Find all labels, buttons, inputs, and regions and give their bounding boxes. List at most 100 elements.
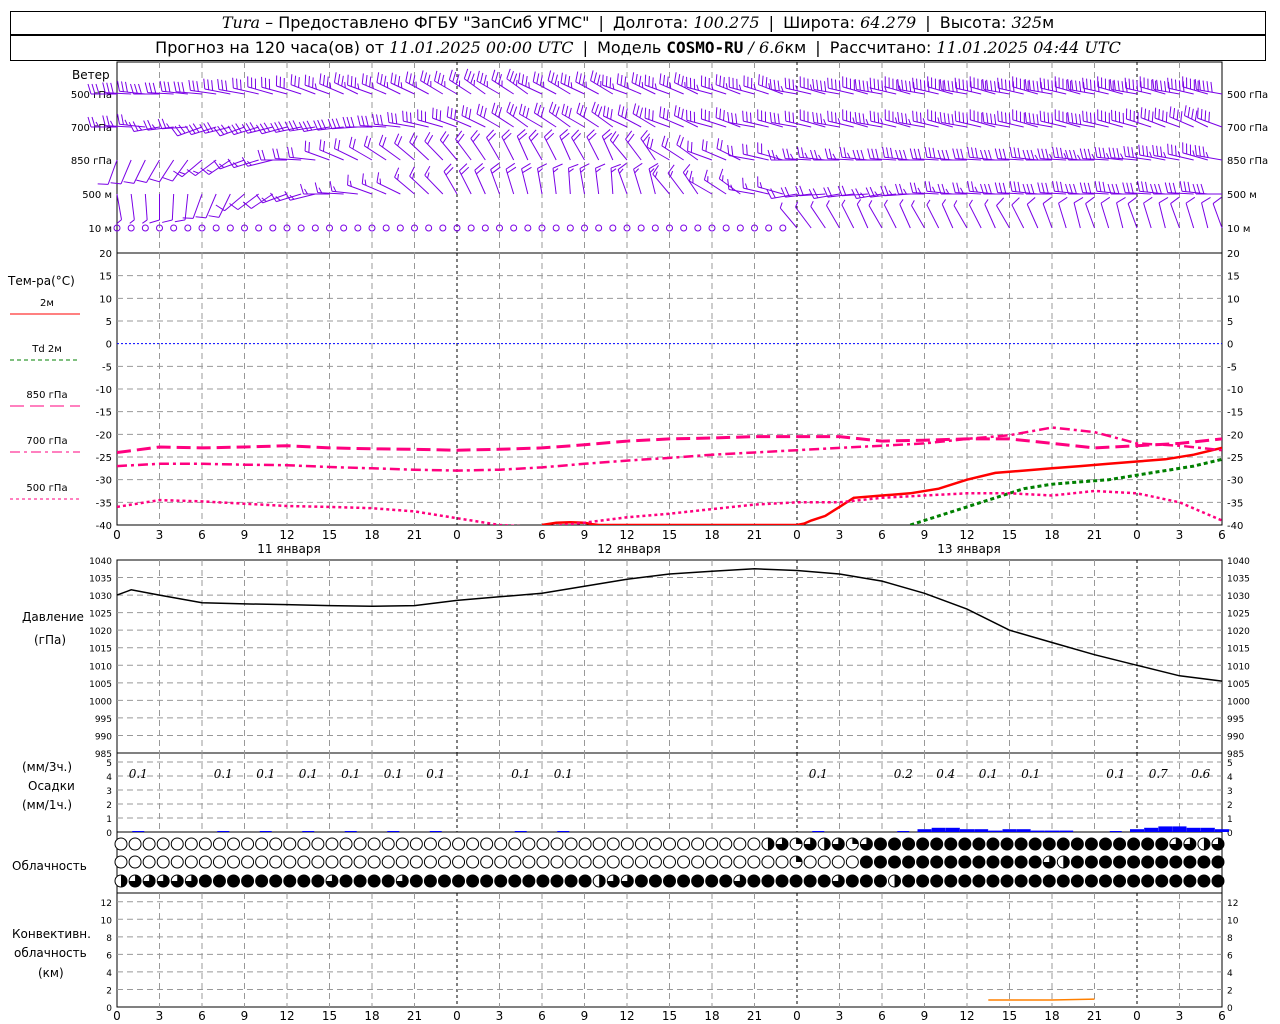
cloud-symbol (859, 855, 873, 869)
barb-flag (617, 162, 627, 170)
barb-flag (1187, 106, 1191, 118)
cloud-outline (198, 855, 212, 869)
cloud-fill (1029, 856, 1042, 868)
barb-flag (270, 192, 277, 202)
cloud-symbol (1141, 855, 1155, 869)
cloud-fill (283, 875, 296, 887)
cloud-symbol (128, 855, 142, 869)
barb-flag (564, 74, 567, 85)
barb-flag (1116, 197, 1126, 204)
barb-flag (394, 74, 397, 85)
pressure-y-tick: 1005 (89, 680, 112, 690)
wind-barb (506, 68, 529, 95)
cloud-outline (803, 855, 817, 869)
barb-flag (512, 73, 518, 84)
barb-flag (203, 78, 206, 90)
cloud-outline (437, 855, 451, 869)
wind-barb (506, 101, 529, 128)
cloud-outline (353, 837, 367, 851)
cloud-symbol (395, 855, 409, 869)
barb-flag (897, 79, 900, 90)
barb-flag (659, 106, 662, 117)
wind-barb (467, 224, 475, 232)
barb-flag (426, 74, 431, 85)
barb-flag (858, 112, 861, 124)
cloud-fill (796, 837, 803, 844)
cloud-fill (1212, 875, 1224, 887)
barb-flag (333, 138, 337, 149)
cloud-symbol (789, 855, 803, 869)
time-tick-label: 9 (581, 528, 589, 542)
barb-flag (476, 103, 480, 115)
cloud-symbol (958, 874, 972, 888)
barb-flag (677, 73, 681, 85)
cloud-symbol (1211, 874, 1225, 888)
wind-barb (968, 199, 982, 229)
barb-flag (1042, 196, 1052, 204)
cloud-symbol (1113, 874, 1127, 888)
barb-flag (731, 145, 734, 157)
calm-circle (212, 224, 220, 232)
barb-flag (666, 76, 669, 88)
time-tick-label-bottom: 9 (581, 1009, 589, 1023)
cloud-symbol (705, 855, 719, 869)
precip-bar (1158, 826, 1173, 832)
pressure-y-tick: 1035 (89, 575, 112, 585)
barb-flag (333, 72, 337, 83)
cloud-fill (986, 875, 999, 887)
barb-flag (873, 111, 876, 123)
barb-flag (1093, 80, 1096, 91)
cloud-fill (1127, 838, 1140, 850)
calm-circle (680, 224, 688, 232)
temp-y-tick: -5 (102, 362, 112, 373)
cloud-symbol (606, 837, 620, 851)
barb-shaft (984, 204, 996, 229)
barb-flag (947, 80, 950, 91)
barb-flag (371, 82, 374, 89)
wind-barb (1082, 110, 1109, 128)
barb-flag (1198, 79, 1201, 91)
precip-y-tick: 2 (106, 801, 112, 811)
cloud-symbol (494, 855, 508, 869)
barb-flag (232, 77, 234, 89)
barb-flag (715, 107, 718, 118)
calm-circle (510, 224, 518, 232)
precip-amount-label: 0.1 (341, 767, 360, 781)
wind-level-label: 10 м (89, 224, 112, 235)
barb-flag (304, 188, 308, 195)
time-tick-label: 3 (836, 528, 844, 542)
conv-y-tick-right: 12 (1227, 899, 1238, 909)
barb-flag (229, 203, 239, 211)
barb-flag (812, 188, 819, 199)
cloud-outline (128, 837, 142, 851)
wind-barb (1158, 197, 1169, 229)
barb-flag (968, 199, 973, 206)
cloud-symbol (508, 837, 522, 851)
cloud-symbol (508, 874, 522, 888)
barb-flag (941, 199, 947, 205)
barb-flag (1083, 182, 1088, 193)
barb-flag (400, 82, 403, 89)
barb-flag (1109, 79, 1112, 90)
cloud-symbol (325, 855, 339, 869)
barb-flag (790, 153, 794, 160)
cloud-symbol (494, 874, 508, 888)
barb-flag (998, 148, 1003, 159)
cloud-symbol (845, 874, 859, 888)
barb-flag (536, 73, 540, 84)
temp-y-tick-right: 20 (1227, 249, 1240, 260)
temp-legend-label: 2м (40, 298, 54, 309)
temp-y-tick: 5 (106, 317, 112, 328)
cloud-outline (452, 837, 466, 851)
cloud-fill (1085, 875, 1098, 887)
barb-flag (775, 154, 780, 161)
cloud-symbol (1169, 855, 1183, 869)
barb-flag (576, 102, 581, 113)
barb-flag (1194, 79, 1197, 90)
cloud-outline (128, 855, 142, 869)
barb-flag (1047, 112, 1050, 123)
barb-flag (174, 219, 186, 223)
pressure-y-tick: 1015 (89, 645, 112, 655)
calm-circle (637, 224, 645, 232)
cloud-symbol (114, 855, 128, 869)
